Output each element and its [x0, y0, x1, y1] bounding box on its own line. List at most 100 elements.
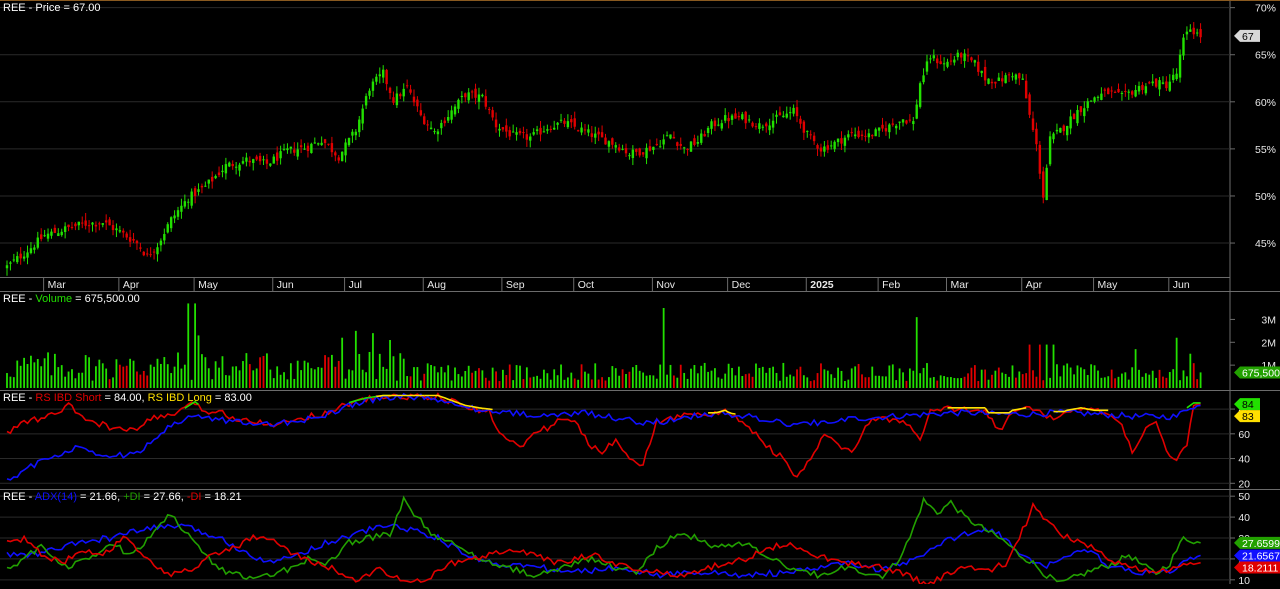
down-candle [1107, 87, 1110, 95]
volume-bar [276, 366, 279, 388]
volume-bar [912, 370, 915, 388]
volume-bar [950, 377, 952, 388]
volume-bar [248, 364, 251, 388]
volume-bar [454, 367, 456, 388]
up-candle [689, 141, 693, 152]
volume-bar [84, 355, 87, 388]
volume-legend: REE - Volume = 675,500.00 [3, 293, 140, 305]
month-label: Mar [48, 279, 67, 291]
volume-bar [95, 366, 97, 388]
volume-bar [385, 368, 388, 388]
volume-bar [724, 373, 727, 388]
volume-bar [460, 376, 463, 388]
volume-bar [231, 366, 234, 388]
volume-bar [929, 377, 932, 388]
volume-bar [1045, 344, 1048, 388]
volume-bar [419, 380, 422, 388]
volume-bar [98, 359, 101, 388]
volume-bar [628, 371, 631, 388]
volume-bar [977, 381, 980, 388]
volume-bar [946, 377, 949, 388]
adx-tag-label: 18.2111 [1234, 561, 1280, 574]
volume-bar [1021, 374, 1024, 388]
volume-bar [895, 380, 898, 388]
volume-bar [536, 375, 538, 388]
volume-bar [491, 367, 494, 388]
volume-bar [1011, 365, 1014, 388]
volume-bar [556, 375, 559, 388]
rs-y-tick-label: 60 [1238, 429, 1250, 441]
volume-bar [344, 378, 347, 388]
volume-bar [922, 367, 925, 388]
volume-bar [296, 360, 299, 388]
volume-bar [960, 378, 963, 388]
volume-bar [683, 372, 686, 388]
volume-bar [867, 377, 870, 388]
volume-bar [802, 375, 805, 388]
volume-bar [956, 378, 959, 388]
volume-bar [481, 370, 484, 388]
volume-bar [324, 355, 326, 388]
volume-bar [474, 370, 477, 388]
volume-bar [1049, 377, 1051, 388]
volume-bar [1001, 372, 1004, 388]
volume-bar [1114, 378, 1116, 388]
volume-bar [426, 363, 429, 388]
volume-bar [317, 367, 320, 388]
up-candle [1045, 164, 1048, 201]
volume-bar [64, 376, 67, 388]
volume-bar [710, 370, 713, 388]
volume-bar [1097, 370, 1099, 388]
month-label: Dec [732, 279, 751, 291]
volume-bar [26, 363, 29, 388]
volume-bar [91, 380, 94, 388]
volume-bar [809, 381, 812, 388]
volume-bar [1151, 370, 1154, 388]
volume-bar [279, 374, 282, 388]
volume-bar [755, 363, 757, 388]
volume-bar [1062, 365, 1065, 388]
volume-bar [816, 373, 819, 388]
volume-bar [286, 379, 289, 388]
volume-bar [789, 374, 792, 388]
volume-y-tick-label: 2M [1261, 337, 1276, 349]
svg-text:67: 67 [1242, 31, 1254, 43]
volume-bar [744, 374, 747, 388]
volume-bar [847, 379, 850, 388]
volume-bar [146, 375, 149, 388]
volume-bar [919, 373, 922, 388]
volume-bar [272, 378, 275, 388]
price-y-tick-label: 45% [1255, 238, 1276, 250]
volume-bar [399, 353, 402, 388]
month-label: May [1098, 279, 1119, 291]
volume-bar [303, 360, 306, 388]
volume-bar [1076, 365, 1079, 388]
volume-bar [785, 376, 788, 388]
volume-bar [471, 372, 474, 388]
volume-bar [423, 373, 426, 388]
volume-bar [1189, 353, 1192, 388]
rs-y-tick-label: 40 [1238, 454, 1250, 466]
volume-bar [1144, 373, 1147, 388]
chart-canvas: 70% 65% 60% 55% 50% 45% Mar Apr May Jun Jul Aug Sep… [0, 0, 1280, 587]
volume-bar [1131, 367, 1134, 388]
volume-bar [608, 377, 610, 388]
volume-bar [573, 378, 576, 388]
volume-bar [508, 364, 511, 388]
volume-bar [6, 373, 8, 388]
volume-bar [395, 380, 398, 388]
volume-bar [1158, 369, 1161, 388]
volume-bar [758, 367, 761, 388]
volume-bar [307, 362, 309, 388]
volume-bar [81, 372, 84, 388]
volume-bar [577, 379, 580, 388]
volume-bar [806, 377, 809, 388]
volume-bar [101, 363, 104, 388]
volume-tag-label: 675,500 [1234, 366, 1280, 380]
month-label: May [198, 279, 219, 291]
down-candle [1028, 92, 1031, 119]
volume-bar [1035, 376, 1038, 388]
volume-bar [601, 377, 603, 388]
up-candle [1048, 131, 1052, 167]
volume-bar [450, 380, 453, 388]
